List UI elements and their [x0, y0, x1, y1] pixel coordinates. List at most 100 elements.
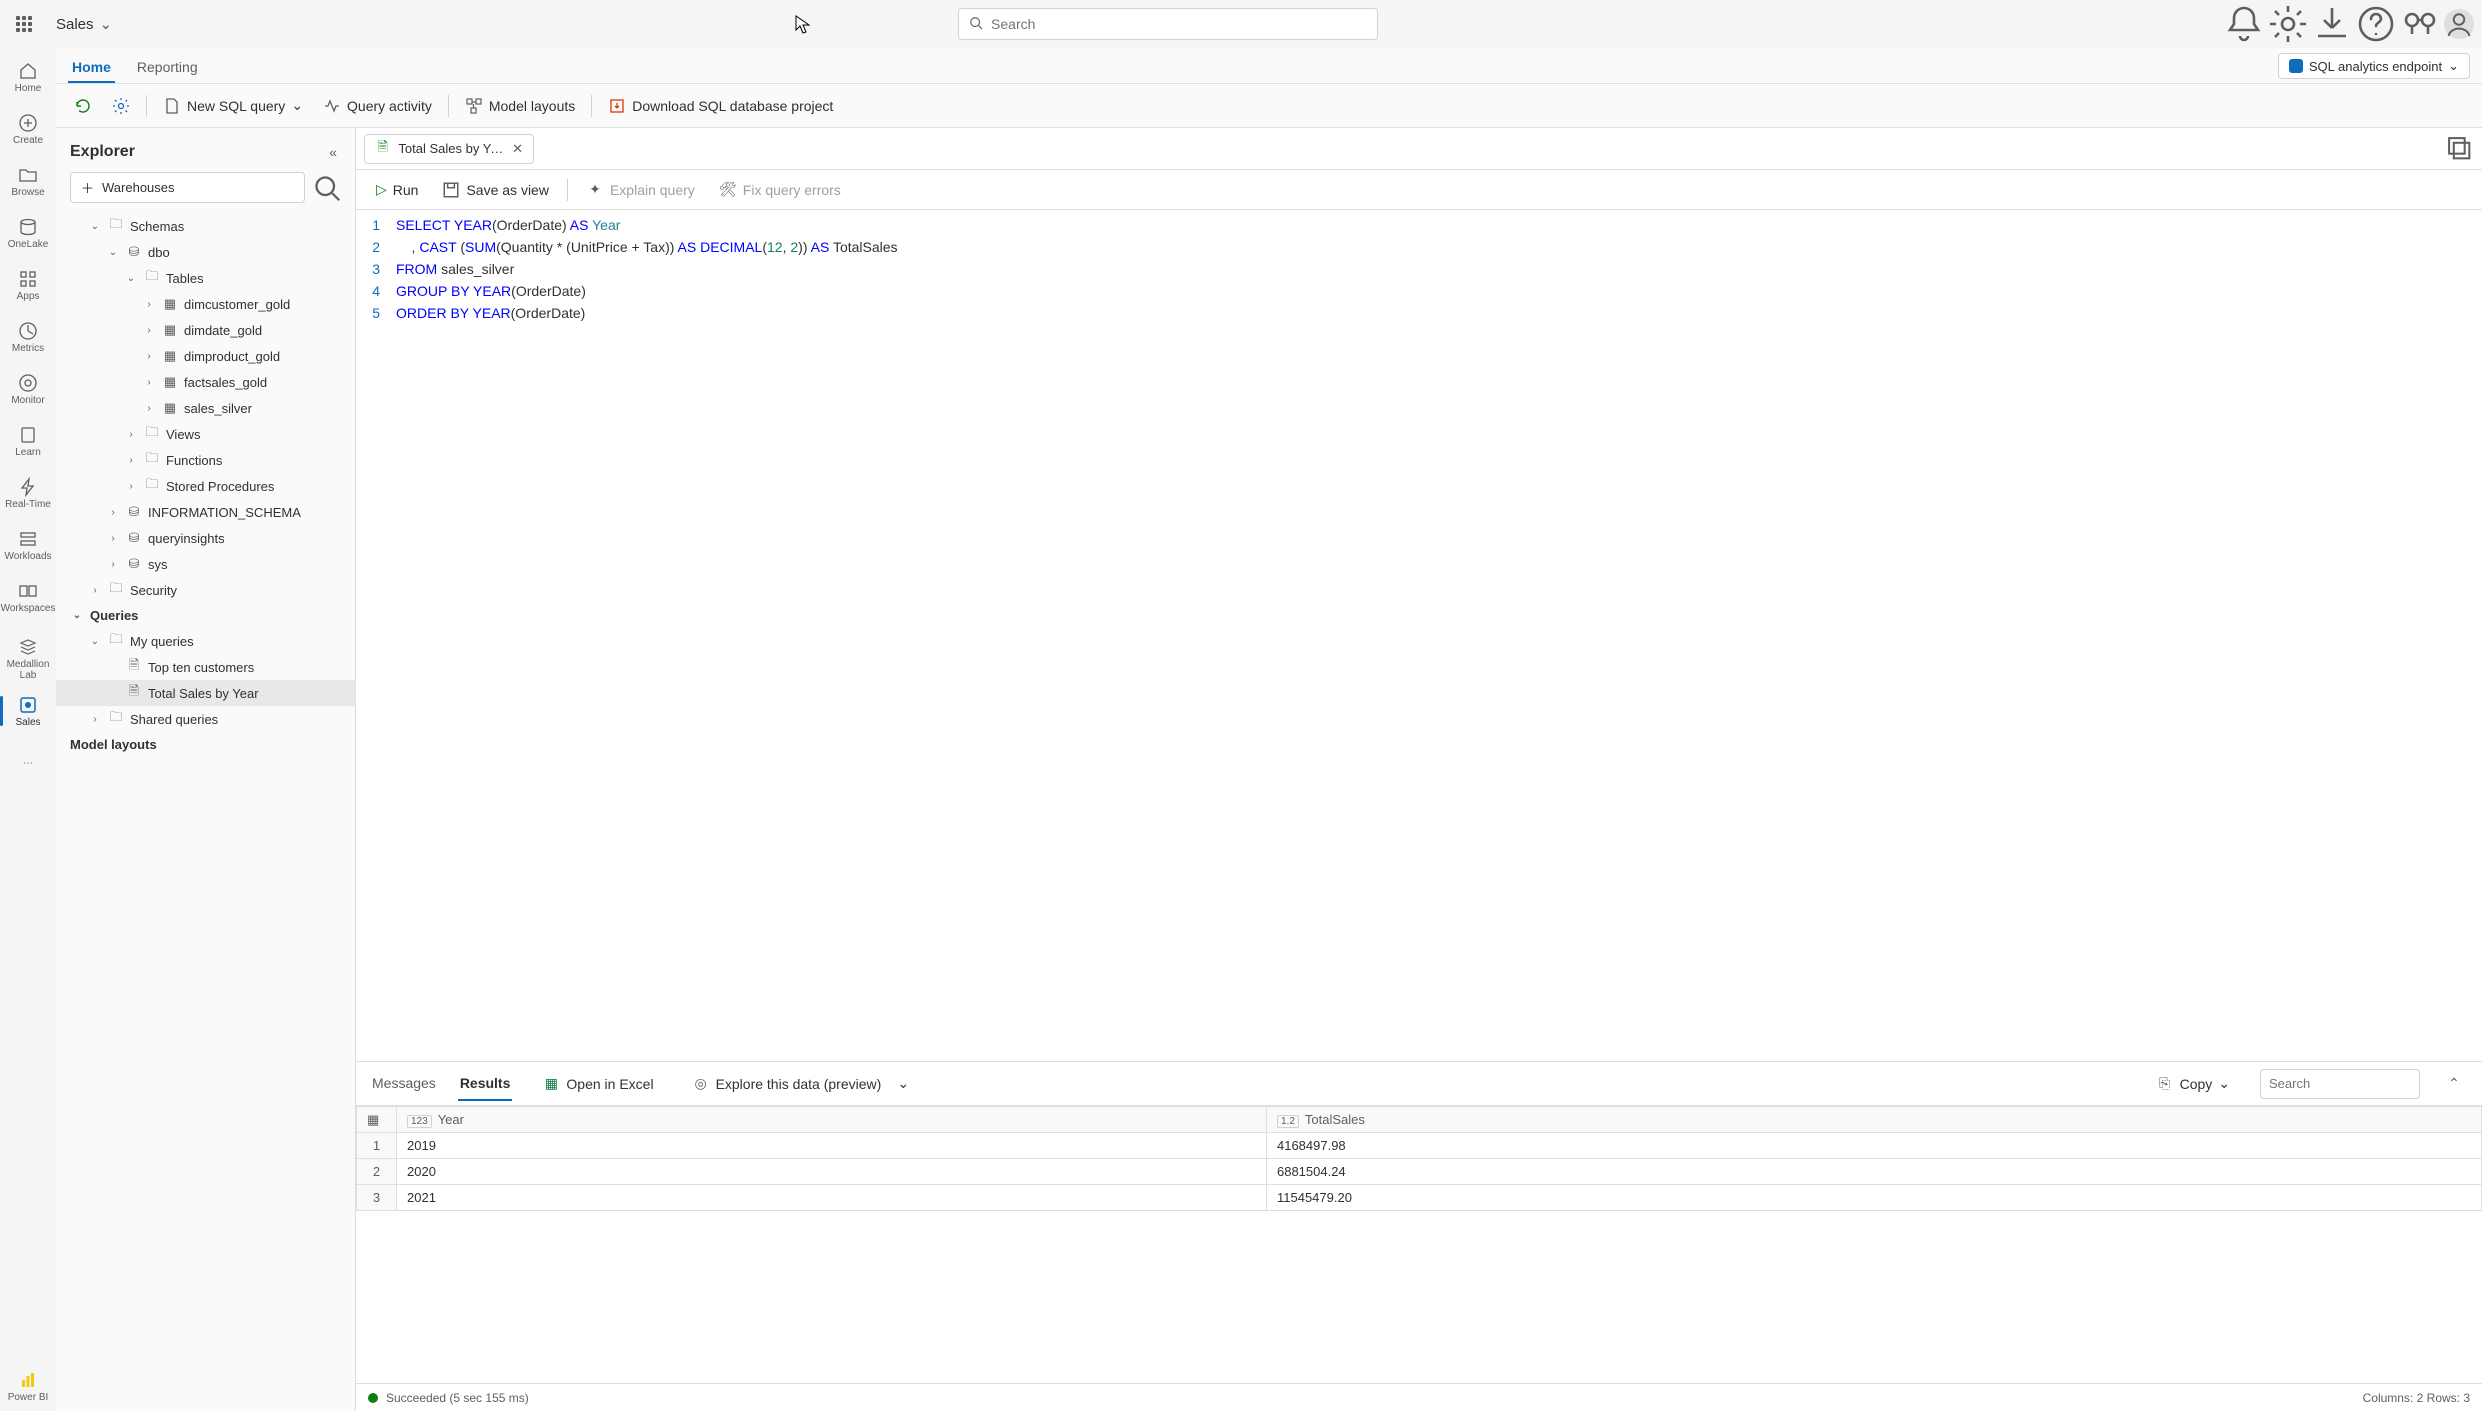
global-search[interactable] — [958, 8, 1378, 40]
folder-icon: 🗀 — [144, 270, 160, 286]
rail-create[interactable]: Create — [2, 104, 54, 154]
open-in-excel-button[interactable]: ▦Open in Excel — [532, 1071, 663, 1097]
folder-icon: 🗀 — [144, 426, 160, 442]
folder-icon: 🗀 — [144, 452, 160, 468]
table-row[interactable]: 220206881504.24 — [357, 1159, 2482, 1185]
rail-onelake[interactable]: OneLake — [2, 208, 54, 258]
waffle-icon — [16, 16, 32, 32]
rail-monitor[interactable]: Monitor — [2, 364, 54, 414]
download-project-icon — [608, 97, 626, 115]
tree-tables[interactable]: ⌄🗀Tables — [56, 265, 355, 291]
tab-reporting[interactable]: Reporting — [133, 53, 202, 83]
rail-realtime[interactable]: Real-Time — [2, 468, 54, 518]
tree-security[interactable]: ›🗀Security — [56, 577, 355, 603]
status-success-icon — [368, 1393, 378, 1403]
help-button[interactable] — [2356, 4, 2396, 44]
tree-queryinsights[interactable]: ›⛁queryinsights — [56, 525, 355, 551]
close-tab-button[interactable]: ✕ — [512, 141, 523, 157]
code-content[interactable]: SELECT YEAR(OrderDate) AS Year , CAST (S… — [388, 210, 2482, 1061]
results-tab-messages[interactable]: Messages — [370, 1067, 438, 1101]
table-icon: ▦ — [162, 400, 178, 416]
notifications-button[interactable] — [2224, 4, 2264, 44]
tree-table-item[interactable]: ›▦dimproduct_gold — [56, 343, 355, 369]
breadcrumb-workspace[interactable]: Sales — [56, 16, 94, 33]
tab-home[interactable]: Home — [68, 53, 115, 83]
endpoint-selector[interactable]: SQL analytics endpoint ⌄ — [2278, 53, 2470, 79]
rail-workloads[interactable]: Workloads — [2, 520, 54, 570]
caret-icon: › — [88, 714, 102, 725]
search-input[interactable] — [991, 16, 1367, 32]
tree-table-item[interactable]: ›▦dimdate_gold — [56, 317, 355, 343]
rail-more[interactable]: ⋯ — [2, 738, 54, 788]
refresh-button[interactable] — [66, 93, 100, 119]
tree-table-item[interactable]: ›▦dimcustomer_gold — [56, 291, 355, 317]
file-tab[interactable]: 🗎 Total Sales by Ye... ✕ — [364, 134, 534, 164]
rail-workspaces[interactable]: Workspaces — [2, 572, 54, 622]
tree-info-schema[interactable]: ›⛁INFORMATION_SCHEMA — [56, 499, 355, 525]
rail-sales[interactable]: Sales — [2, 686, 54, 736]
table-row[interactable]: 3202111545479.20 — [357, 1185, 2482, 1211]
caret-icon: › — [124, 429, 138, 440]
tree-my-queries[interactable]: ⌄🗀My queries — [56, 628, 355, 654]
new-sql-query-button[interactable]: New SQL query⌄ — [155, 93, 311, 119]
caret-icon: › — [106, 559, 120, 570]
sql-file-icon: 🗎 — [126, 659, 142, 675]
column-header-totalsales[interactable]: 1.2TotalSales — [1266, 1107, 2481, 1133]
query-activity-button[interactable]: Query activity — [315, 93, 440, 119]
download-button[interactable] — [2312, 4, 2352, 44]
feedback-button[interactable] — [2400, 4, 2440, 44]
rail-home[interactable]: Home — [2, 52, 54, 102]
results-grid[interactable]: ▦ 123Year 1.2TotalSales 120194168497.98 … — [356, 1106, 2482, 1383]
caret-icon: ⌄ — [88, 221, 102, 232]
tree-dbo[interactable]: ⌄⛁dbo — [56, 239, 355, 265]
tree-functions[interactable]: ›🗀Functions — [56, 447, 355, 473]
app-launcher-button[interactable] — [8, 8, 40, 40]
results-tab-results[interactable]: Results — [458, 1067, 513, 1101]
search-icon — [969, 16, 983, 33]
sql-file-icon — [163, 97, 181, 115]
copy-icon: ⎘ — [2156, 1075, 2174, 1093]
tree-shared-queries[interactable]: ›🗀Shared queries — [56, 706, 355, 732]
rail-apps[interactable]: Apps — [2, 260, 54, 310]
tree-sys[interactable]: ›⛁sys — [56, 551, 355, 577]
rail-learn[interactable]: Learn — [2, 416, 54, 466]
chevron-down-icon[interactable]: ⌄ — [100, 15, 113, 33]
run-query-button[interactable]: ▷Run — [366, 177, 428, 202]
user-avatar[interactable] — [2444, 9, 2474, 39]
caret-icon: ⌄ — [70, 610, 84, 621]
tree-views[interactable]: ›🗀Views — [56, 421, 355, 447]
expand-results-button[interactable]: ⌃ — [2440, 1070, 2468, 1098]
tree-table-item[interactable]: ›▦sales_silver — [56, 395, 355, 421]
explorer-search-button[interactable] — [313, 174, 341, 202]
explore-data-button[interactable]: ◎Explore this data (preview)⌄ — [682, 1071, 919, 1097]
chevron-down-icon: ⌄ — [2218, 1075, 2230, 1092]
settings-button[interactable] — [2268, 4, 2308, 44]
download-project-button[interactable]: Download SQL database project — [600, 93, 841, 119]
folder-icon: 🗀 — [108, 633, 124, 649]
collapse-explorer-button[interactable]: « — [325, 140, 341, 164]
settings-gear-button[interactable] — [104, 93, 138, 119]
rail-metrics[interactable]: Metrics — [2, 312, 54, 362]
table-row[interactable]: 120194168497.98 — [357, 1133, 2482, 1159]
results-search-input[interactable] — [2260, 1069, 2420, 1099]
grid-corner[interactable]: ▦ — [357, 1107, 397, 1133]
rail-powerbi[interactable]: Power BI — [2, 1361, 54, 1411]
explore-icon: ◎ — [692, 1075, 710, 1093]
tree-query-item-selected[interactable]: ›🗎Total Sales by Year — [56, 680, 355, 706]
save-as-view-button[interactable]: Save as view — [432, 177, 558, 203]
tree-model-layouts-section[interactable]: Model layouts — [56, 732, 355, 757]
copy-results-button[interactable]: ⎘Copy⌄ — [2146, 1071, 2240, 1097]
tree-schemas[interactable]: ⌄🗀Schemas — [56, 213, 355, 239]
rail-medallion[interactable]: Medallion Lab — [2, 634, 54, 684]
tree-stored-procs[interactable]: ›🗀Stored Procedures — [56, 473, 355, 499]
add-warehouse-button[interactable]: ＋Warehouses — [70, 172, 305, 203]
tree-table-item[interactable]: ›▦factsales_gold — [56, 369, 355, 395]
sql-editor[interactable]: 12345 SELECT YEAR(OrderDate) AS Year , C… — [356, 210, 2482, 1061]
copy-button[interactable] — [2446, 135, 2474, 163]
rail-browse[interactable]: Browse — [2, 156, 54, 206]
model-layouts-button[interactable]: Model layouts — [457, 93, 583, 119]
table-icon: ▦ — [162, 322, 178, 338]
column-header-year[interactable]: 123Year — [397, 1107, 1267, 1133]
tree-query-item[interactable]: ›🗎Top ten customers — [56, 654, 355, 680]
tree-queries-section[interactable]: ⌄Queries — [56, 603, 355, 628]
